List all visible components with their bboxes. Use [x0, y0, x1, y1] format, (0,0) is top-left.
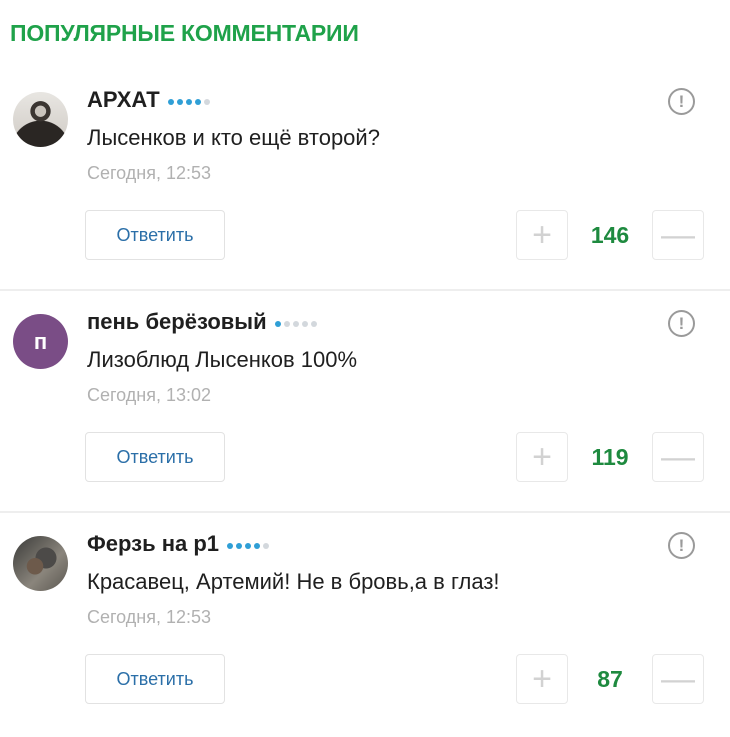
- reply-button[interactable]: Ответить: [85, 654, 225, 704]
- report-icon[interactable]: !: [668, 310, 695, 337]
- rating-dots: [274, 321, 317, 327]
- avatar-letter: п: [33, 328, 48, 354]
- rating-dot: [292, 321, 299, 327]
- plus-icon: +: [532, 660, 552, 698]
- rating-dot: [203, 99, 210, 105]
- rating-dot: [274, 321, 281, 327]
- rating-dot: [254, 543, 261, 549]
- comment-item: п пень берёзовый ! Лизоблюд Лысенков 100…: [0, 292, 730, 515]
- rating-dots: [227, 543, 270, 549]
- section-title: ПОПУЛЯРНЫЕ КОММЕНТАРИИ: [10, 20, 359, 46]
- avatar[interactable]: п: [13, 314, 68, 369]
- rating-dot: [227, 543, 234, 549]
- upvote-button[interactable]: +: [516, 210, 568, 260]
- upvote-button[interactable]: +: [516, 654, 568, 704]
- plus-icon: +: [532, 438, 552, 476]
- rating-dot: [194, 99, 201, 105]
- author-name[interactable]: пень берёзовый: [87, 309, 267, 335]
- comment-time: Сегодня, 12:53: [87, 607, 212, 627]
- rating-dot: [310, 321, 317, 327]
- comment-item: Ферзь на р1 ! Красавец, Артемий! Не в бр…: [0, 514, 730, 737]
- rating-dots: [167, 99, 210, 105]
- avatar[interactable]: [13, 92, 68, 147]
- vote-score: 87: [597, 665, 623, 692]
- rating-dot: [236, 543, 243, 549]
- comment-text: Лизоблюд Лысенков 100%: [87, 347, 358, 372]
- minus-icon: —: [661, 660, 695, 698]
- rating-dot: [245, 543, 252, 549]
- vote-score: 146: [590, 221, 630, 248]
- comment-time: Сегодня, 13:02: [87, 385, 212, 405]
- rating-dot: [301, 321, 308, 327]
- avatar[interactable]: [13, 536, 68, 591]
- comment-text: Красавец, Артемий! Не в бровь,а в глаз!: [87, 569, 500, 594]
- comment-time: Сегодня, 12:53: [87, 163, 212, 183]
- rating-dot: [283, 321, 290, 327]
- comment-item: АРХАТ ! Лысенков и кто ещё второй? Сегод…: [0, 70, 730, 293]
- plus-icon: +: [532, 216, 552, 254]
- reply-button[interactable]: Ответить: [85, 210, 225, 260]
- reply-button[interactable]: Ответить: [85, 432, 225, 482]
- downvote-button[interactable]: —: [652, 654, 704, 704]
- report-icon[interactable]: !: [668, 532, 695, 559]
- minus-icon: —: [661, 438, 695, 476]
- comment-author-row: пень берёзовый: [87, 309, 317, 335]
- downvote-button[interactable]: —: [652, 210, 704, 260]
- rating-dot: [176, 99, 183, 105]
- comment-text: Лысенков и кто ещё второй?: [87, 125, 380, 150]
- author-name[interactable]: Ферзь на р1: [87, 531, 219, 557]
- downvote-button[interactable]: —: [652, 432, 704, 482]
- upvote-button[interactable]: +: [516, 432, 568, 482]
- comment-author-row: АРХАТ: [87, 87, 210, 113]
- rating-dot: [263, 543, 270, 549]
- rating-dot: [185, 99, 192, 105]
- vote-score: 119: [591, 443, 629, 470]
- minus-icon: —: [661, 216, 695, 254]
- rating-dot: [167, 99, 174, 105]
- report-icon[interactable]: !: [668, 88, 695, 115]
- author-name[interactable]: АРХАТ: [87, 87, 160, 113]
- comment-author-row: Ферзь на р1: [87, 531, 270, 557]
